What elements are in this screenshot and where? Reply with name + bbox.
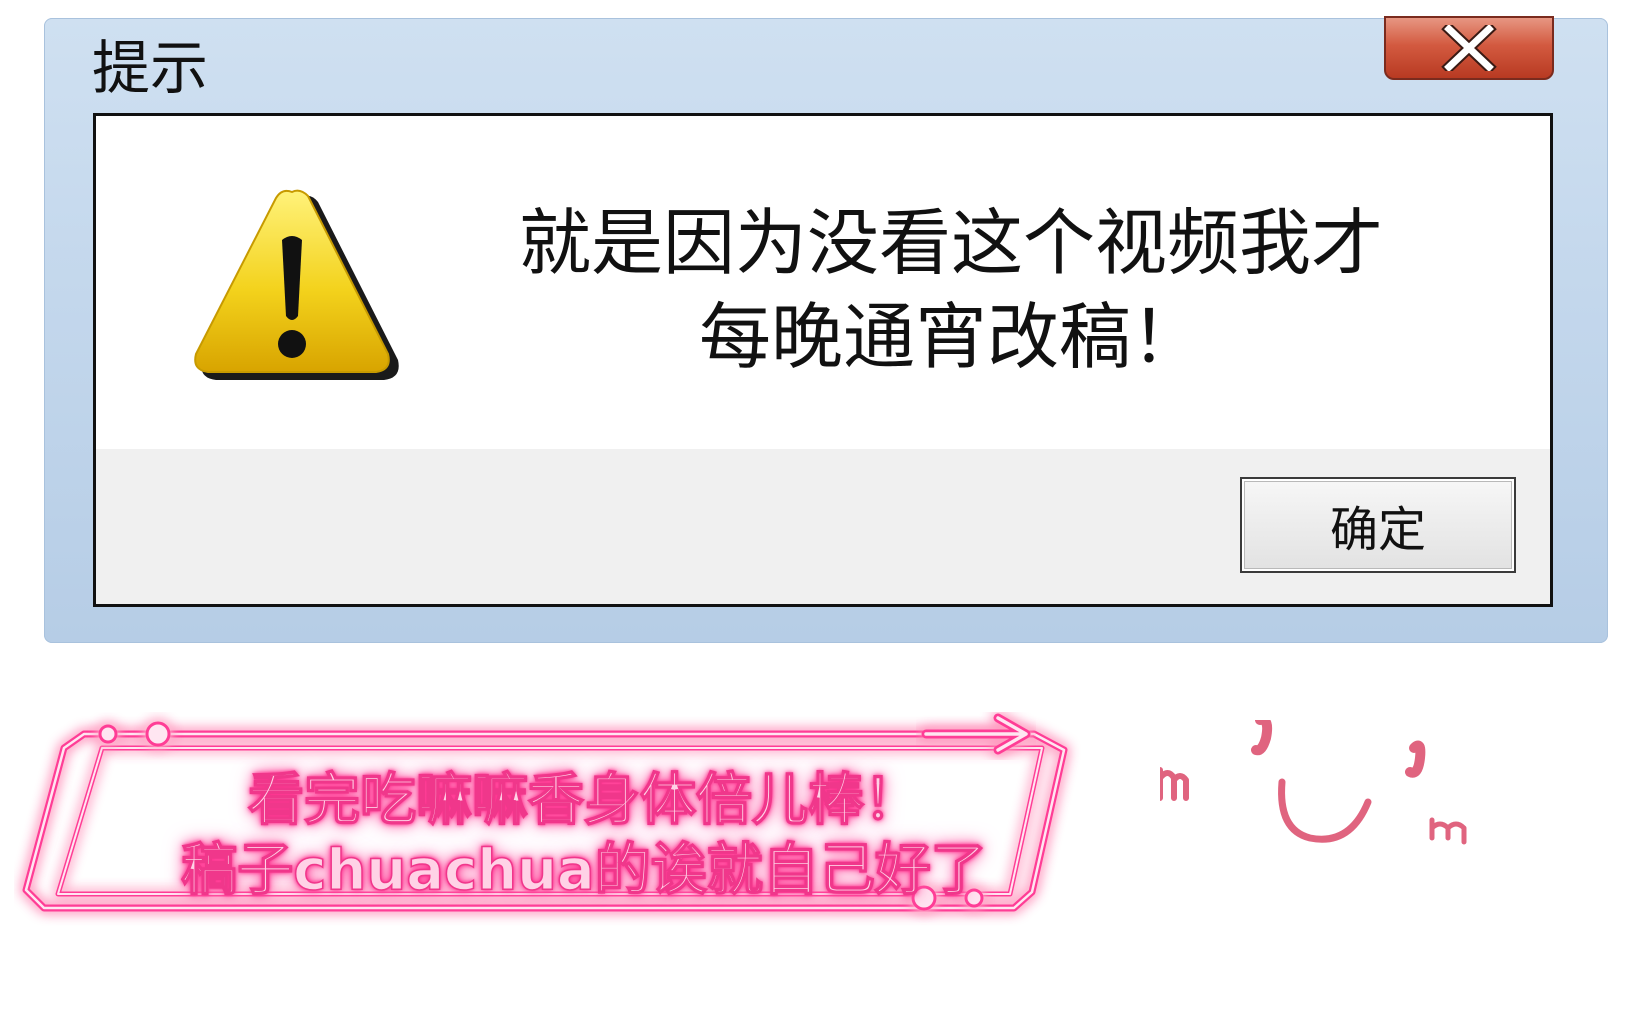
message-area: 就是因为没看这个视频我才 每晚通宵改稿！ <box>96 116 1550 449</box>
arrow-right-icon <box>921 713 1031 755</box>
message-text: 就是因为没看这个视频我才 每晚通宵改稿！ <box>426 196 1476 384</box>
caption-text: 看完吃嘛嘛香身体倍儿棒！ 稿子chuachua的诶就自己好了 <box>154 766 1014 906</box>
close-button[interactable] <box>1384 16 1554 80</box>
ok-button[interactable]: 确定 <box>1240 477 1516 573</box>
message-line-1: 就是因为没看这个视频我才 <box>518 201 1383 285</box>
smiley-face-icon <box>1160 720 1467 845</box>
message-line-2: 每晚通宵改稿！ <box>698 295 1203 379</box>
dialog-title: 提示 <box>92 34 209 102</box>
warning-triangle-icon <box>194 189 399 380</box>
button-bar: 确定 <box>96 449 1550 604</box>
neon-caption-banner: 看完吃嘛嘛香身体倍儿棒！ 稿子chuachua的诶就自己好了 <box>14 712 1124 944</box>
close-x-icon <box>1441 25 1497 71</box>
caption-line-1: 看完吃嘛嘛香身体倍儿棒！ <box>247 767 921 834</box>
dialog-window: 提示 就是因为没看这个视频我才 每晚通宵改稿！ 确定 <box>44 16 1608 643</box>
caption-line-2: 稿子chuachua的诶就自己好了 <box>181 837 988 904</box>
dialog-body: 就是因为没看这个视频我才 每晚通宵改稿！ 确定 <box>93 113 1553 607</box>
